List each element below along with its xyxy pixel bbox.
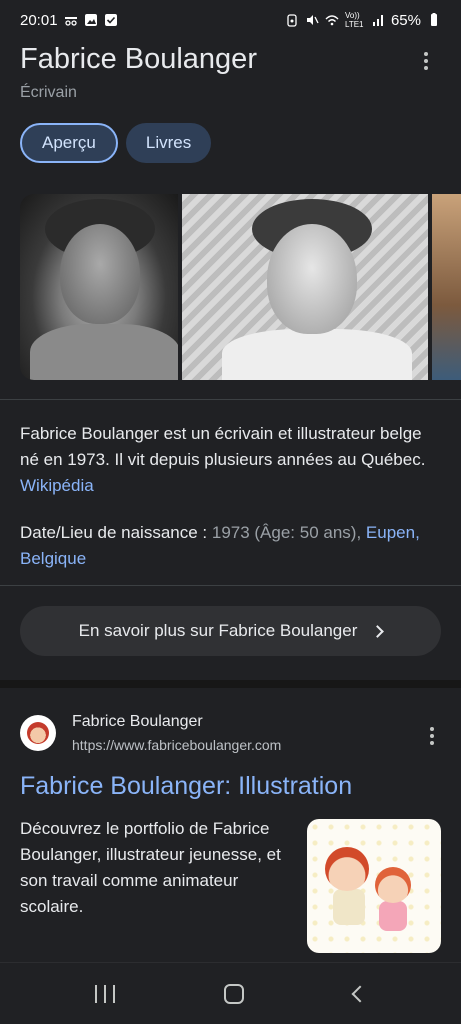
portrait-image-1[interactable]: [20, 194, 178, 380]
system-navigation-bar: [0, 962, 461, 1024]
image-carousel[interactable]: [20, 194, 461, 380]
status-time: 20:01: [20, 11, 58, 29]
checkbox-notification-icon: [104, 14, 117, 26]
incognito-icon: [64, 17, 77, 26]
wikipedia-link[interactable]: Wikipédia: [20, 476, 94, 495]
birth-value: 1973 (Âge: 50 ans),: [211, 523, 362, 542]
mute-icon: [306, 15, 319, 25]
gallery-icon: [84, 14, 97, 26]
birth-label: Date/Lieu de naissance :: [20, 523, 208, 542]
signal-icon: [372, 15, 383, 26]
chevron-right-icon: [371, 624, 385, 638]
recent-apps-icon[interactable]: [94, 984, 115, 1003]
section-separator: [0, 680, 461, 688]
page-title: Fabrice Boulanger: [20, 43, 257, 75]
alarm-icon: [287, 14, 297, 27]
portrait-image-3[interactable]: [432, 194, 461, 380]
result-title-link[interactable]: Fabrice Boulanger: Illustration: [20, 772, 352, 801]
battery-percent: 65%: [390, 11, 421, 29]
site-favicon: [20, 715, 56, 751]
birth-info: Date/Lieu de naissance : 1973 (Âge: 50 a…: [20, 520, 441, 572]
learn-more-label: En savoir plus sur Fabrice Boulanger: [78, 621, 358, 640]
portrait-image-2[interactable]: [182, 194, 428, 380]
wifi-icon: [325, 15, 339, 26]
tab-livres[interactable]: Livres: [125, 123, 212, 163]
page-subtitle: Écrivain: [20, 84, 77, 101]
tab-apercu[interactable]: Aperçu: [20, 123, 118, 163]
result-site-name[interactable]: Fabrice Boulanger: [72, 713, 203, 731]
knowledge-panel-header: Fabrice Boulanger Écrivain: [20, 40, 441, 102]
description-text: Fabrice Boulanger est un écrivain et ill…: [20, 424, 426, 469]
home-icon[interactable]: [224, 983, 245, 1004]
tabs: Aperçu Livres: [20, 123, 212, 163]
result-url[interactable]: https://www.fabriceboulanger.com: [72, 737, 281, 753]
description: Fabrice Boulanger est un écrivain et ill…: [20, 421, 441, 499]
result-more-options-icon[interactable]: [429, 727, 435, 745]
result-thumbnail[interactable]: [307, 819, 441, 953]
learn-more-button[interactable]: En savoir plus sur Fabrice Boulanger: [20, 606, 441, 656]
network-label: Vo)) LTE1: [344, 11, 364, 29]
divider: [0, 399, 461, 400]
divider: [0, 585, 461, 586]
back-icon[interactable]: [351, 985, 369, 1002]
result-snippet: Découvrez le portfolio de Fabrice Boulan…: [20, 819, 281, 916]
status-bar: 20:01 Vo)) LTE1 65%: [0, 0, 461, 40]
more-options-icon[interactable]: [423, 52, 429, 70]
battery-icon: [431, 13, 437, 26]
